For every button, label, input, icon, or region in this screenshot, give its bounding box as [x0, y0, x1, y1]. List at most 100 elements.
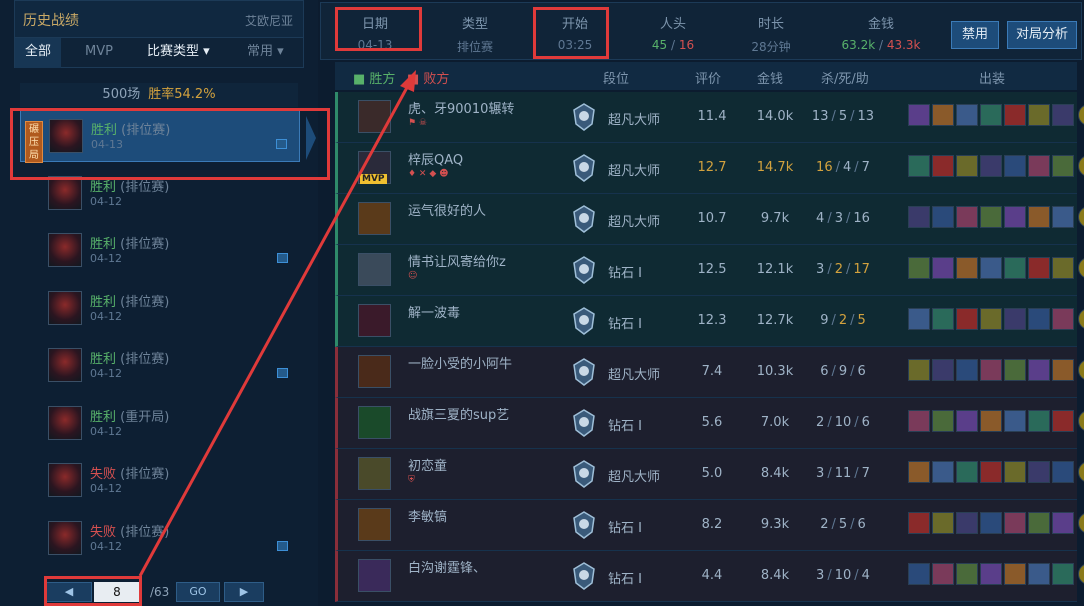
item-icon[interactable]	[1028, 257, 1050, 279]
tab-all[interactable]: 全部	[15, 38, 62, 68]
champion-avatar[interactable]	[358, 100, 391, 133]
item-icon[interactable]	[1004, 206, 1026, 228]
item-icon[interactable]	[1052, 155, 1074, 177]
item-icon[interactable]	[980, 563, 1002, 585]
player-row[interactable]: 运气很好的人 超凡大师 10.7 9.7k 4/3/16	[335, 194, 1084, 245]
match-item[interactable]: 胜利 (重开局) 04-12	[20, 398, 300, 450]
trinket-icon[interactable]	[1078, 512, 1084, 534]
champion-avatar[interactable]	[358, 253, 391, 286]
player-row[interactable]: 初恋童 ⛨ 超凡大师 5.0 8.4k 3/11/7	[335, 449, 1084, 500]
item-icon[interactable]	[980, 512, 1002, 534]
item-icon[interactable]	[908, 512, 930, 534]
tab-common[interactable]: 常用 ▾	[247, 38, 284, 68]
trinket-icon[interactable]	[1078, 104, 1084, 126]
next-page-button[interactable]: ▶	[224, 582, 264, 602]
item-icon[interactable]	[1004, 104, 1026, 126]
item-icon[interactable]	[1004, 512, 1026, 534]
item-icon[interactable]	[932, 512, 954, 534]
match-analysis-button[interactable]: 对局分析	[1007, 21, 1077, 49]
item-icon[interactable]	[932, 206, 954, 228]
player-name[interactable]: 战旗三夏的sup艺	[408, 404, 509, 423]
item-icon[interactable]	[908, 359, 930, 381]
item-icon[interactable]	[908, 104, 930, 126]
item-icon[interactable]	[956, 563, 978, 585]
player-row[interactable]: 战旗三夏的sup艺 钻石 Ⅰ 5.6 7.0k 2/10/6	[335, 398, 1084, 449]
screenshot-icon[interactable]	[277, 540, 288, 551]
item-icon[interactable]	[1004, 308, 1026, 330]
item-icon[interactable]	[932, 257, 954, 279]
player-name[interactable]: 解一波毒	[408, 302, 460, 321]
item-icon[interactable]	[980, 359, 1002, 381]
item-icon[interactable]	[908, 257, 930, 279]
champion-avatar[interactable]	[358, 355, 391, 388]
champion-avatar[interactable]	[358, 508, 391, 541]
screenshot-icon[interactable]	[277, 368, 288, 378]
item-icon[interactable]	[956, 359, 978, 381]
player-name[interactable]: 运气很好的人	[408, 200, 486, 219]
item-icon[interactable]	[956, 410, 978, 432]
match-item[interactable]: 失败 (排位赛) 04-12	[20, 455, 300, 507]
champion-avatar[interactable]	[358, 406, 391, 439]
item-icon[interactable]	[980, 461, 1002, 483]
tab-mvp[interactable]: MVP	[85, 38, 113, 68]
match-item[interactable]: 胜利 (排位赛) 04-12	[20, 225, 300, 277]
item-icon[interactable]	[1052, 563, 1074, 585]
champion-avatar[interactable]	[358, 559, 391, 592]
item-icon[interactable]	[1052, 461, 1074, 483]
item-icon[interactable]	[1052, 512, 1074, 534]
screenshot-icon[interactable]	[277, 253, 288, 263]
player-name[interactable]: 白沟谢霆锋、	[408, 557, 486, 576]
item-icon[interactable]	[956, 155, 978, 177]
item-icon[interactable]	[1028, 206, 1050, 228]
item-icon[interactable]	[1004, 563, 1026, 585]
item-icon[interactable]	[1004, 461, 1026, 483]
item-icon[interactable]	[1028, 155, 1050, 177]
item-icon[interactable]	[1028, 512, 1050, 534]
item-icon[interactable]	[956, 461, 978, 483]
item-icon[interactable]	[956, 104, 978, 126]
trinket-icon[interactable]	[1078, 206, 1084, 228]
item-icon[interactable]	[980, 257, 1002, 279]
item-icon[interactable]	[1028, 563, 1050, 585]
player-name[interactable]: 虎、牙90010辗转	[408, 98, 514, 117]
item-icon[interactable]	[1004, 359, 1026, 381]
champion-avatar[interactable]	[358, 202, 391, 235]
match-item[interactable]: 胜利 (排位赛) 04-12	[20, 340, 300, 392]
player-row[interactable]: 李敏镐 钻石 Ⅰ 8.2 9.3k 2/5/6	[335, 500, 1084, 551]
item-icon[interactable]	[932, 410, 954, 432]
player-row[interactable]: 虎、牙90010辗转 ⚑ ☠ 超凡大师 11.4 14.0k 13/5/13	[335, 92, 1084, 143]
item-icon[interactable]	[980, 308, 1002, 330]
trinket-icon[interactable]	[1078, 359, 1084, 381]
player-name[interactable]: 梓辰QAQ	[408, 149, 463, 168]
item-icon[interactable]	[932, 155, 954, 177]
item-icon[interactable]	[932, 461, 954, 483]
item-icon[interactable]	[932, 359, 954, 381]
player-row[interactable]: MVP 梓辰QAQ ♦ ✕ ◆ ☻ 超凡大师 12.7 14.7k 16/4/7	[335, 143, 1084, 194]
item-icon[interactable]	[1052, 257, 1074, 279]
server-region[interactable]: 艾欧尼亚	[245, 12, 293, 29]
player-row[interactable]: 情书让风寄给你z ☺ 钻石 Ⅰ 12.5 12.1k 3/2/17	[335, 245, 1084, 296]
match-item[interactable]: 失败 (排位赛) 04-12	[20, 513, 300, 565]
player-name[interactable]: 一脸小受的小阿牛	[408, 353, 512, 372]
match-item[interactable]: 胜利 (排位赛) 04-12	[20, 283, 300, 335]
item-icon[interactable]	[908, 155, 930, 177]
trinket-icon[interactable]	[1078, 308, 1084, 330]
item-icon[interactable]	[1028, 410, 1050, 432]
item-icon[interactable]	[980, 410, 1002, 432]
item-icon[interactable]	[932, 104, 954, 126]
item-icon[interactable]	[1028, 104, 1050, 126]
item-icon[interactable]	[1004, 155, 1026, 177]
item-icon[interactable]	[908, 461, 930, 483]
item-icon[interactable]	[908, 563, 930, 585]
item-icon[interactable]	[1028, 308, 1050, 330]
champion-avatar[interactable]	[358, 457, 391, 490]
player-name[interactable]: 李敏镐	[408, 506, 447, 525]
item-icon[interactable]	[1052, 359, 1074, 381]
item-icon[interactable]	[908, 308, 930, 330]
player-name[interactable]: 初恋童	[408, 455, 447, 474]
item-icon[interactable]	[956, 308, 978, 330]
go-button[interactable]: GO	[176, 582, 220, 602]
trinket-icon[interactable]	[1078, 410, 1084, 432]
player-row[interactable]: 一脸小受的小阿牛 超凡大师 7.4 10.3k 6/9/6	[335, 347, 1084, 398]
champion-avatar[interactable]	[358, 304, 391, 337]
